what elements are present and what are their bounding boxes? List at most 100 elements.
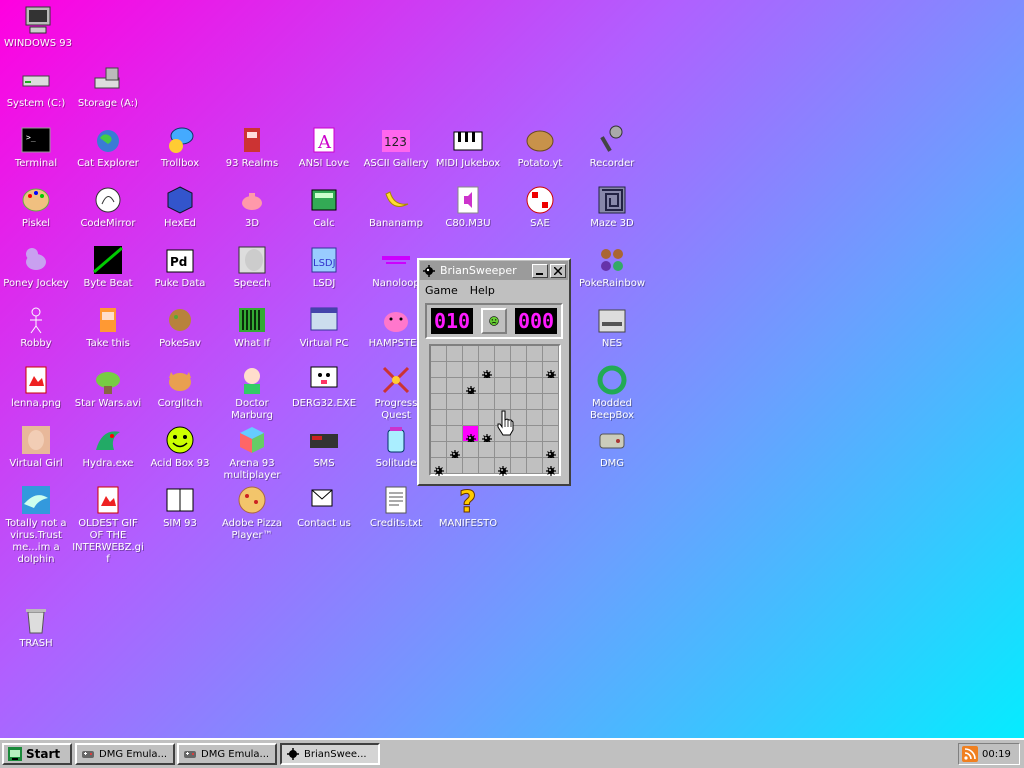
mine-cell[interactable] [527, 426, 543, 442]
mine-cell[interactable] [431, 378, 447, 394]
desktop-icon-windows-93[interactable]: WINDOWS 93 [2, 4, 74, 50]
task-briansweeper[interactable]: BrianSwee... [280, 743, 380, 765]
desktop-icon-sim-93[interactable]: SIM 93 [144, 484, 216, 530]
mine-cell[interactable] [543, 346, 559, 362]
mine-cell[interactable] [543, 442, 559, 460]
desktop-icon-modded-beepbox[interactable]: Modded BeepBox [576, 364, 648, 422]
desktop-icon-manifesto[interactable]: ? MANIFESTO [432, 484, 504, 530]
desktop-icon-star-wars-avi[interactable]: Star Wars.avi [72, 364, 144, 410]
mine-cell[interactable] [463, 426, 479, 444]
desktop-icon-sae[interactable]: SAE [504, 184, 576, 230]
mine-cell[interactable] [463, 394, 479, 410]
mine-cell[interactable] [431, 394, 447, 410]
menu-help[interactable]: Help [470, 284, 495, 297]
mine-cell[interactable] [431, 426, 447, 442]
desktop-icon-puke-data[interactable]: Pd Puke Data [144, 244, 216, 290]
desktop-icon-take-this[interactable]: Take this [72, 304, 144, 350]
desktop-icon-nes[interactable]: NES [576, 304, 648, 350]
mine-cell[interactable] [527, 458, 543, 474]
desktop-icon-dmg[interactable]: DMG [576, 424, 648, 470]
desktop-icon-corglitch[interactable]: Corglitch [144, 364, 216, 410]
desktop-icon-93-realms[interactable]: 93 Realms [216, 124, 288, 170]
mine-cell[interactable] [431, 410, 447, 426]
task-dmg-emulator-1[interactable]: DMG Emula... [75, 743, 175, 765]
desktop-icon-hydra-exe[interactable]: Hydra.exe [72, 424, 144, 470]
desktop-icon-maze-3d[interactable]: Maze 3D [576, 184, 648, 230]
desktop-icon-codemirror[interactable]: CodeMirror [72, 184, 144, 230]
mine-cell[interactable] [543, 362, 559, 380]
mine-cell[interactable] [431, 442, 447, 458]
menu-game[interactable]: Game [425, 284, 458, 297]
mine-cell[interactable] [511, 346, 527, 362]
mine-cell[interactable] [431, 362, 447, 378]
desktop-icon-what-if[interactable]: What If [216, 304, 288, 350]
desktop-icon-storage-a[interactable]: Storage (A:) [72, 64, 144, 110]
desktop-icon-doctor-marburg[interactable]: Doctor Marburg [216, 364, 288, 422]
desktop-icon-robby[interactable]: Robby [0, 304, 72, 350]
desktop-icon-oldest-gif-of-the-interwebz-gif[interactable]: OLDEST GIF OF THE INTERWEBZ.gif [72, 484, 144, 566]
mine-cell[interactable] [543, 426, 559, 442]
desktop-icon-terminal[interactable]: >_ Terminal [0, 124, 72, 170]
mine-cell[interactable] [479, 442, 495, 458]
mine-cell[interactable] [527, 378, 543, 394]
close-button[interactable] [550, 263, 566, 278]
desktop-icon-byte-beat[interactable]: Byte Beat [72, 244, 144, 290]
desktop-icon-speech[interactable]: Speech [216, 244, 288, 290]
mine-cell[interactable] [527, 410, 543, 426]
reset-face-button[interactable] [481, 308, 507, 334]
mine-cell[interactable] [431, 346, 447, 362]
desktop-icon-ascii-gallery[interactable]: 123 ASCII Gallery [360, 124, 432, 170]
mine-cell[interactable] [447, 394, 463, 410]
mine-cell[interactable] [527, 362, 543, 378]
mine-cell[interactable] [431, 458, 447, 476]
mine-cell[interactable] [543, 410, 559, 426]
desktop-icon-pokesav[interactable]: PokeSav [144, 304, 216, 350]
desktop-icon-piskel[interactable]: Piskel [0, 184, 72, 230]
mine-cell[interactable] [479, 426, 495, 444]
desktop-icon-3d[interactable]: 3D [216, 184, 288, 230]
mine-cell[interactable] [543, 458, 559, 476]
mine-cell[interactable] [463, 458, 479, 474]
desktop-icon-totally-not-a-virus-trust-me-im-a-dolphin[interactable]: Totally not a virus.Trust me...im a dolp… [0, 484, 72, 566]
mine-cell[interactable] [511, 394, 527, 410]
mine-cell[interactable] [479, 410, 495, 426]
desktop-icon-cat-explorer[interactable]: Cat Explorer [72, 124, 144, 170]
mine-cell[interactable] [543, 378, 559, 394]
mine-cell[interactable] [463, 362, 479, 378]
mine-cell[interactable] [511, 378, 527, 394]
desktop-icon-lsdj[interactable]: LSDJ LSDJ [288, 244, 360, 290]
title-bar[interactable]: BrianSweeper [420, 261, 568, 280]
desktop-icon-potato-yt[interactable]: Potato.yt [504, 124, 576, 170]
mine-cell[interactable] [495, 362, 511, 378]
mine-cell[interactable] [495, 346, 511, 362]
mine-cell[interactable] [479, 394, 495, 410]
desktop-icon-acid-box-93[interactable]: Acid Box 93 [144, 424, 216, 470]
mine-cell[interactable] [463, 346, 479, 362]
mine-cell[interactable] [495, 378, 511, 394]
task-dmg-emulator-2[interactable]: DMG Emula... [177, 743, 277, 765]
desktop-icon-trash[interactable]: TRASH [0, 604, 72, 650]
mine-cell[interactable] [527, 394, 543, 410]
desktop-icon-virtual-girl[interactable]: Virtual Girl [0, 424, 72, 470]
mine-cell[interactable] [463, 378, 479, 396]
desktop-icon-derg32-exe[interactable]: DERG32.EXE [288, 364, 360, 410]
mine-cell[interactable] [479, 378, 495, 394]
desktop-icon-poney-jockey[interactable]: Poney Jockey [0, 244, 72, 290]
mine-cell[interactable] [447, 410, 463, 426]
rss-icon[interactable] [962, 746, 978, 762]
mine-cell[interactable] [463, 410, 479, 426]
mine-cell[interactable] [447, 442, 463, 460]
desktop-icon-arena-93-multiplayer[interactable]: Arena 93 multiplayer [216, 424, 288, 482]
mine-cell[interactable] [511, 362, 527, 378]
desktop-icon-virtual-pc[interactable]: Virtual PC [288, 304, 360, 350]
mine-cell[interactable] [495, 458, 511, 476]
desktop-icon-c80-m3u[interactable]: C80.M3U [432, 184, 504, 230]
mine-cell[interactable] [447, 426, 463, 442]
desktop-icon-system-c[interactable]: System (C:) [0, 64, 72, 110]
mine-cell[interactable] [447, 378, 463, 394]
mine-cell[interactable] [527, 442, 543, 458]
desktop-icon-adobe-pizza-player[interactable]: Adobe Pizza Player™ [216, 484, 288, 542]
desktop-icon-pokerainbow[interactable]: PokeRainbow [576, 244, 648, 290]
desktop-icon-sms[interactable]: SMS [288, 424, 360, 470]
desktop-icon-lenna-png[interactable]: lenna.png [0, 364, 72, 410]
